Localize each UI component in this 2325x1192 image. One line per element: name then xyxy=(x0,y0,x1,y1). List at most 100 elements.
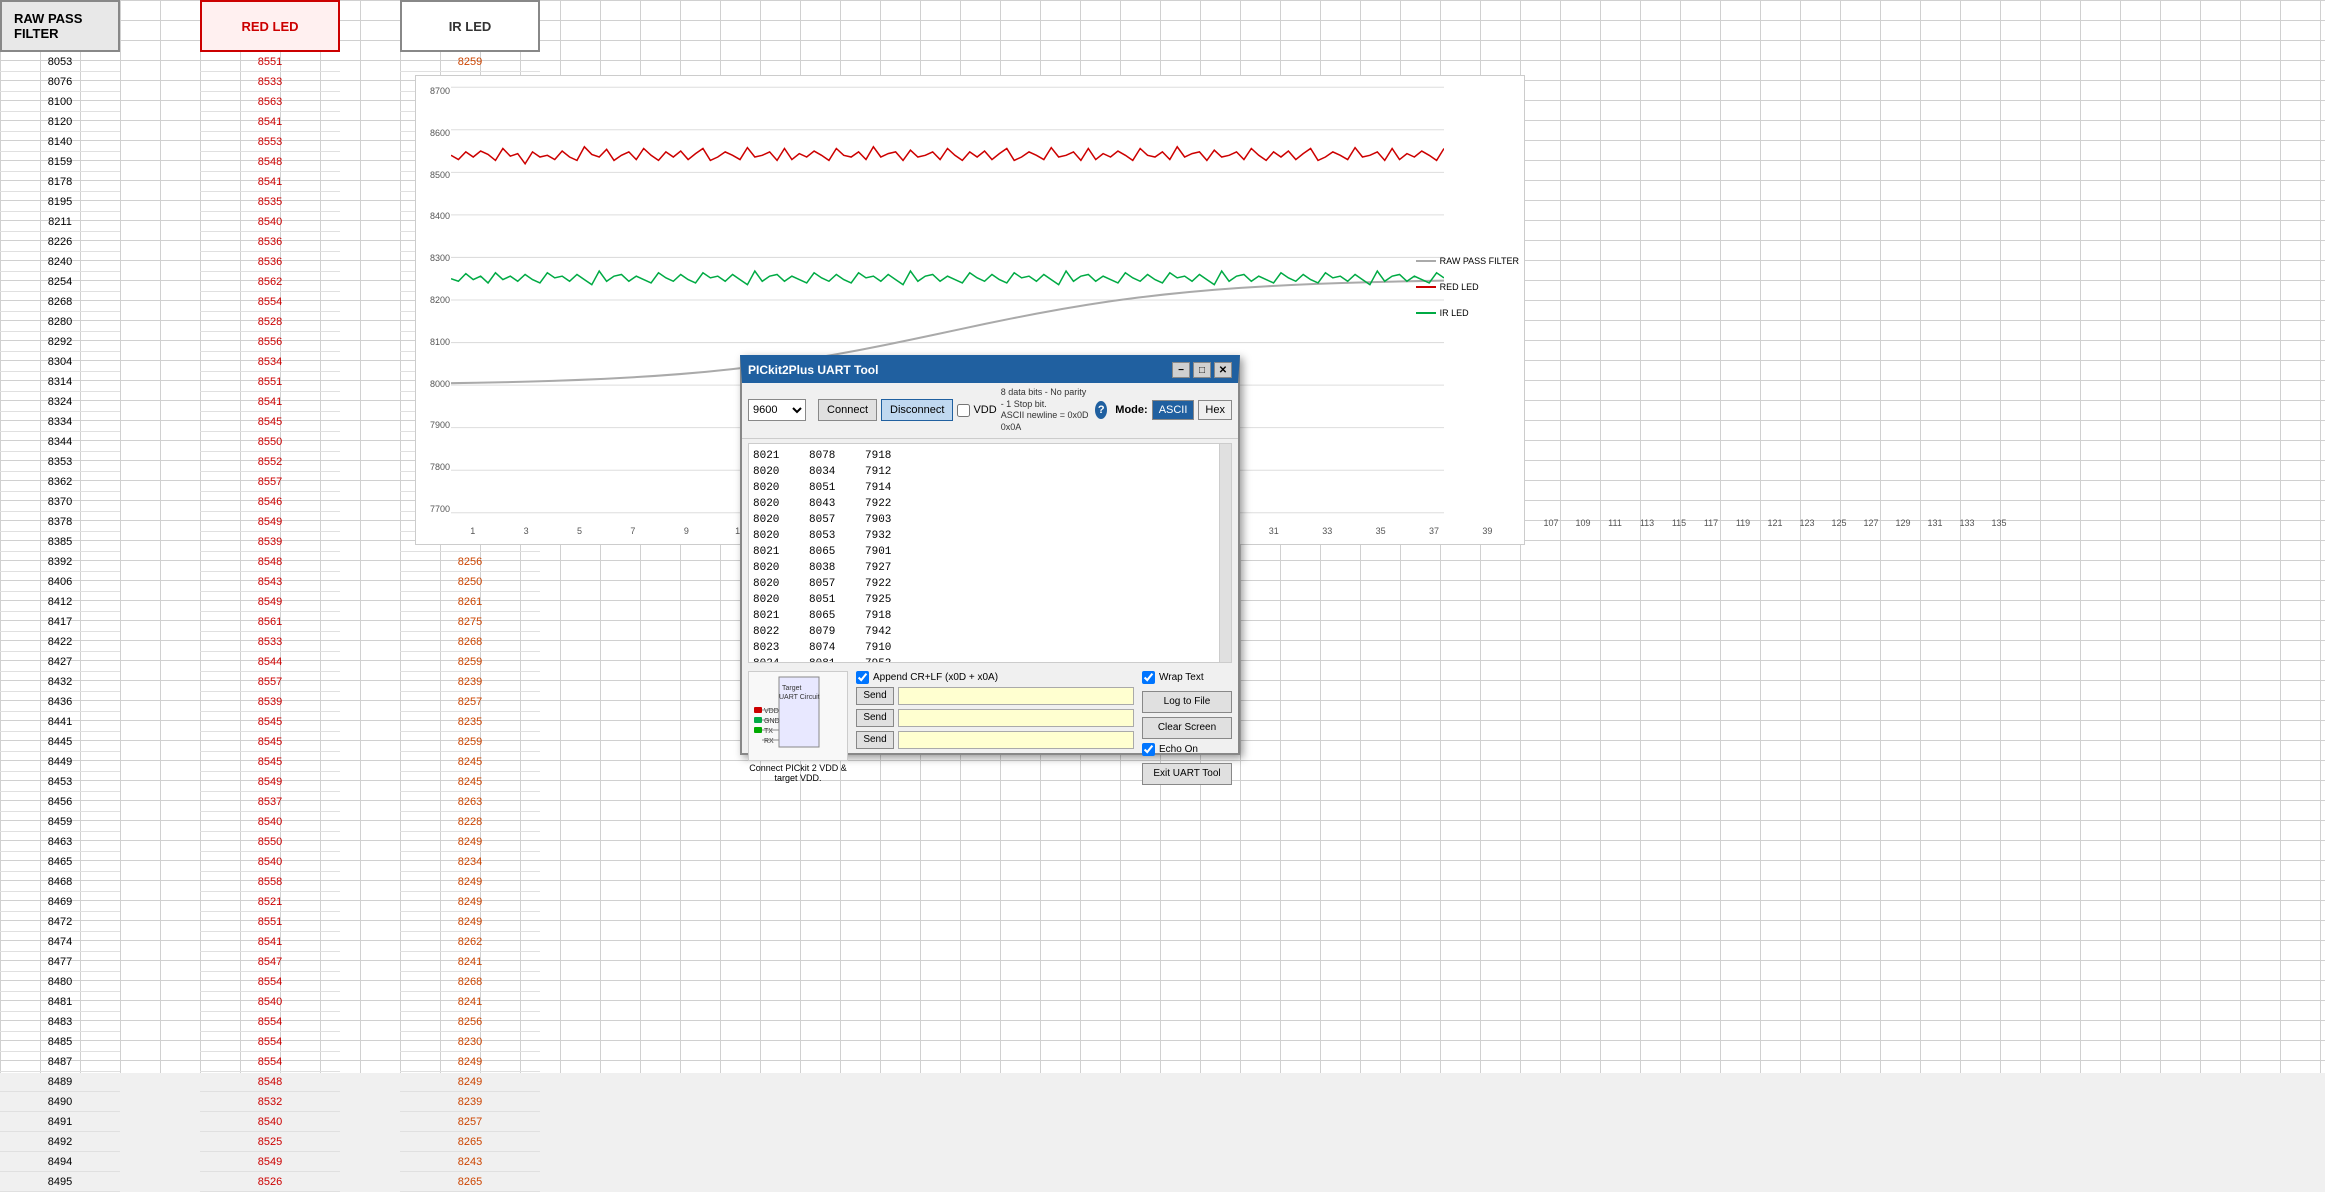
wrap-label: Wrap Text xyxy=(1159,672,1204,683)
ir-data-cell: 8245 xyxy=(400,752,540,772)
output-value: 8038 xyxy=(809,560,849,576)
output-line: 802180787918 xyxy=(753,448,1227,464)
ir-data-cell: 8228 xyxy=(400,812,540,832)
macro-input-1[interactable] xyxy=(898,687,1134,705)
red-data-cell: 8563 xyxy=(200,92,340,112)
send-button-2[interactable]: Send xyxy=(856,709,894,727)
y-axis-label: 8200 xyxy=(430,295,450,305)
minimize-button[interactable]: − xyxy=(1172,362,1190,378)
disconnect-button[interactable]: Disconnect xyxy=(881,399,953,421)
titlebar-controls: − □ ✕ xyxy=(1172,362,1232,378)
output-value: 7952 xyxy=(865,656,905,663)
extended-x-label: 133 xyxy=(1951,518,1983,528)
ascii-mode-button[interactable]: ASCII xyxy=(1152,400,1195,420)
red-data-cell: 8528 xyxy=(200,312,340,332)
send-button-3[interactable]: Send xyxy=(856,731,894,749)
red-data-cell: 8549 xyxy=(200,592,340,612)
red-data-cell: 8557 xyxy=(200,672,340,692)
svg-text:TX: TX xyxy=(764,728,773,735)
output-line: 802080347912 xyxy=(753,464,1227,480)
macro-input-2[interactable] xyxy=(898,709,1134,727)
red-data-cell: 8554 xyxy=(200,972,340,992)
output-line: 802080577922 xyxy=(753,576,1227,592)
raw-data-cell: 8378 xyxy=(0,512,120,532)
append-checkbox[interactable] xyxy=(856,671,869,684)
output-value: 7922 xyxy=(865,576,905,592)
output-value: 7918 xyxy=(865,448,905,464)
x-axis-label: 35 xyxy=(1354,526,1407,536)
output-value: 7918 xyxy=(865,608,905,624)
red-data-cell: 8541 xyxy=(200,112,340,132)
extended-x-label: 119 xyxy=(1727,518,1759,528)
extended-x-labels: 1071091111131151171191211231251271291311… xyxy=(1535,518,2015,528)
x-axis-label: 39 xyxy=(1461,526,1514,536)
extended-x-label: 129 xyxy=(1887,518,1919,528)
hex-mode-button[interactable]: Hex xyxy=(1198,400,1232,420)
connect-button[interactable]: Connect xyxy=(818,399,877,421)
svg-text:Target: Target xyxy=(782,685,802,692)
output-value: 7901 xyxy=(865,544,905,560)
output-value: 7914 xyxy=(865,480,905,496)
send-button-1[interactable]: Send xyxy=(856,687,894,705)
output-value: 8021 xyxy=(753,544,793,560)
red-data-cell: 8545 xyxy=(200,412,340,432)
dialog-title: PICkit2Plus UART Tool xyxy=(748,363,878,377)
output-line: 802080517925 xyxy=(753,592,1227,608)
output-value: 8022 xyxy=(753,624,793,640)
y-axis-label: 7700 xyxy=(430,504,450,514)
wrap-checkbox[interactable] xyxy=(1142,671,1155,684)
maximize-button[interactable]: □ xyxy=(1193,362,1211,378)
red-data-cell: 8548 xyxy=(200,152,340,172)
raw-data-cell: 8489 xyxy=(0,1072,120,1092)
extended-x-label: 123 xyxy=(1791,518,1823,528)
echo-checkbox[interactable] xyxy=(1142,743,1155,756)
output-line: 802180657918 xyxy=(753,608,1227,624)
dialog-titlebar: PICkit2Plus UART Tool − □ ✕ xyxy=(742,357,1238,383)
raw-data-cell: 8459 xyxy=(0,812,120,832)
output-scrollbar[interactable] xyxy=(1219,444,1231,662)
output-value: 8020 xyxy=(753,528,793,544)
ir-data-cell: 8261 xyxy=(400,592,540,612)
raw-data-cell: 8468 xyxy=(0,872,120,892)
help-icon[interactable]: ? xyxy=(1095,401,1107,419)
ir-data-cell: 8249 xyxy=(400,892,540,912)
raw-data-cell: 8480 xyxy=(0,972,120,992)
ir-data-cell: 8250 xyxy=(400,572,540,592)
output-value: 8053 xyxy=(809,528,849,544)
close-button[interactable]: ✕ xyxy=(1214,362,1232,378)
exit-uart-button[interactable]: Exit UART Tool xyxy=(1142,763,1232,785)
raw-data-cell: 8353 xyxy=(0,452,120,472)
red-data-cell: 8561 xyxy=(200,612,340,632)
red-data-cell: 8537 xyxy=(200,792,340,812)
output-value: 8023 xyxy=(753,640,793,656)
output-value: 7903 xyxy=(865,512,905,528)
append-checkbox-row: Append CR+LF (x0D + x0A) xyxy=(856,671,1134,684)
raw-data-cell: 8053 xyxy=(0,52,120,72)
ir-data-cell: 8230 xyxy=(400,1032,540,1052)
baud-select[interactable]: 9600 115200 xyxy=(748,399,806,421)
clear-screen-button[interactable]: Clear Screen xyxy=(1142,717,1232,739)
extended-x-label: 127 xyxy=(1855,518,1887,528)
ir-data-cell: 8268 xyxy=(400,632,540,652)
echo-checkbox-row: Echo On xyxy=(1142,743,1232,756)
ir-data-cell: 8256 xyxy=(400,1012,540,1032)
output-line: 802180657901 xyxy=(753,544,1227,560)
append-label: Append CR+LF (x0D + x0A) xyxy=(873,672,998,683)
red-data-cell: 8540 xyxy=(200,852,340,872)
red-data-cell: 8540 xyxy=(200,212,340,232)
output-line: 802080387927 xyxy=(753,560,1227,576)
ir-data-cell: 8259 xyxy=(400,732,540,752)
log-to-file-button[interactable]: Log to File xyxy=(1142,691,1232,713)
red-data-cell: 8535 xyxy=(200,192,340,212)
vdd-check[interactable] xyxy=(957,404,970,417)
legend-label: IR LED xyxy=(1440,308,1469,318)
red-data-cell: 8545 xyxy=(200,712,340,732)
raw-data-cell: 8254 xyxy=(0,272,120,292)
macro-input-3[interactable] xyxy=(898,731,1134,749)
red-data-cell: 8551 xyxy=(200,912,340,932)
ir-data-cell: 8239 xyxy=(400,1092,540,1112)
red-data-cell: 8551 xyxy=(200,372,340,392)
raw-data-cell: 8481 xyxy=(0,992,120,1012)
extended-x-label: 117 xyxy=(1695,518,1727,528)
vdd-checkbox[interactable]: VDD xyxy=(957,404,996,417)
